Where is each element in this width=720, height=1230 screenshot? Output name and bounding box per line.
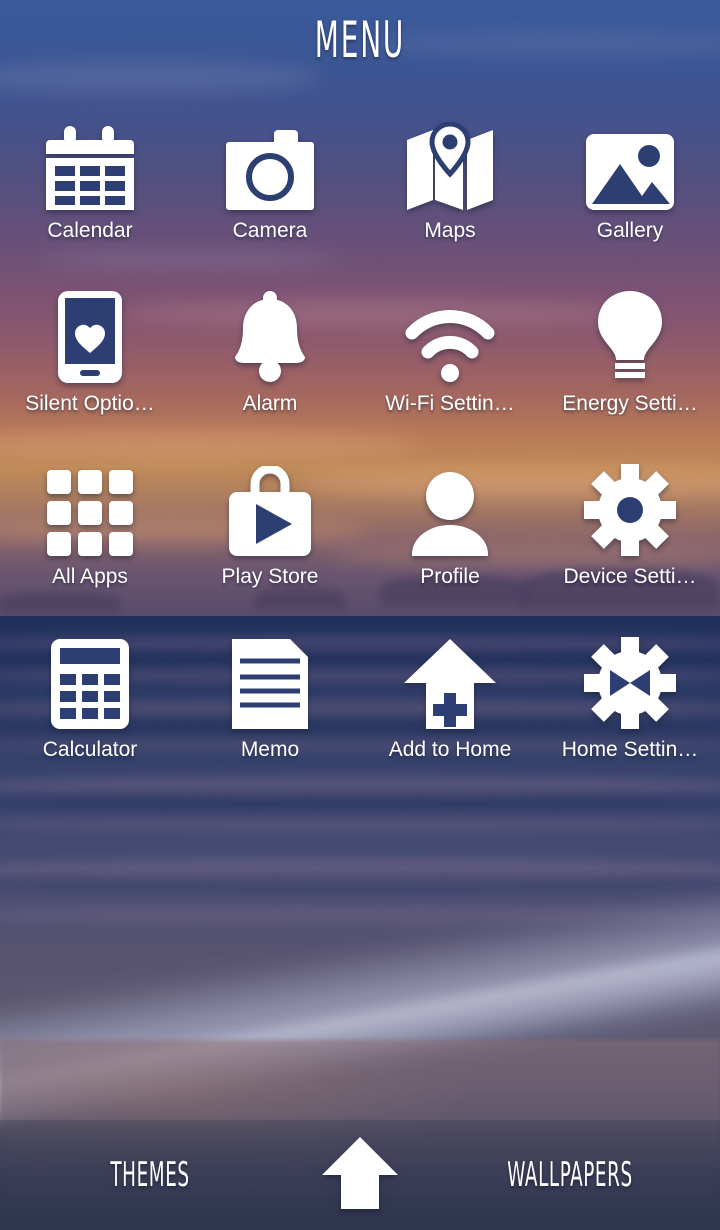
app-label: Memo <box>240 738 300 761</box>
lightbulb-icon <box>582 291 678 383</box>
app-item-device-settings[interactable]: Device Setti… <box>540 464 720 637</box>
app-row: Silent Optio… Alarm Wi-Fi Settin… Energy… <box>0 291 720 464</box>
app-item-memo[interactable]: Memo <box>180 637 360 810</box>
app-item-gallery[interactable]: Gallery <box>540 118 720 291</box>
app-label: Device Setti… <box>563 565 697 588</box>
house-plus-icon <box>402 637 498 729</box>
app-item-alarm[interactable]: Alarm <box>180 291 360 464</box>
app-label: Wi-Fi Settin… <box>385 392 515 415</box>
app-label: Maps <box>424 219 476 242</box>
page-title: MENU <box>314 11 406 69</box>
app-row: All Apps Play Store Profile Device Setti… <box>0 464 720 637</box>
app-label: Play Store <box>221 565 319 588</box>
app-item-add-to-home[interactable]: Add to Home <box>360 637 540 810</box>
play-store-bag-icon <box>222 464 318 556</box>
app-item-energy-settings[interactable]: Energy Setti… <box>540 291 720 464</box>
app-label: All Apps <box>52 565 128 588</box>
home-button[interactable] <box>300 1136 420 1214</box>
app-grid-icon <box>42 464 138 556</box>
app-item-all-apps[interactable]: All Apps <box>0 464 180 637</box>
gear-icon <box>582 464 678 556</box>
app-item-home-settings[interactable]: Home Settin… <box>540 637 720 810</box>
app-item-silent-options[interactable]: Silent Optio… <box>0 291 180 464</box>
app-label: Camera <box>232 219 308 242</box>
phone-heart-icon <box>42 291 138 383</box>
bottom-dock: THEMES WALLPAPERS <box>0 1120 720 1230</box>
app-item-calendar[interactable]: Calendar <box>0 118 180 291</box>
app-label: Calculator <box>42 738 138 761</box>
app-label: Silent Optio… <box>25 392 155 415</box>
app-label: Alarm <box>242 392 298 415</box>
app-row: Calendar Camera Maps Gallery <box>0 118 720 291</box>
bell-icon <box>222 291 318 383</box>
app-label: Profile <box>420 565 480 588</box>
app-label: Gallery <box>596 219 664 242</box>
menu-overlay: MENU Calendar Camera Maps Gallery Silent… <box>0 0 720 1230</box>
camera-icon <box>222 118 318 210</box>
menu-screen: MENU Calendar Camera Maps Gallery Silent… <box>0 0 720 1230</box>
gear-bowtie-icon <box>582 637 678 729</box>
app-label: Home Settin… <box>561 738 699 761</box>
app-item-camera[interactable]: Camera <box>180 118 360 291</box>
app-item-play-store[interactable]: Play Store <box>180 464 360 637</box>
wallpapers-button[interactable]: WALLPAPERS <box>420 1155 720 1195</box>
app-item-wifi-settings[interactable]: Wi-Fi Settin… <box>360 291 540 464</box>
app-label: Add to Home <box>388 738 512 761</box>
app-grid: Calendar Camera Maps Gallery Silent Opti… <box>0 118 720 810</box>
note-lines-icon <box>222 637 318 729</box>
app-item-maps[interactable]: Maps <box>360 118 540 291</box>
themes-button[interactable]: THEMES <box>0 1155 300 1195</box>
wallpapers-label: WALLPAPERS <box>507 1155 633 1195</box>
app-label: Calendar <box>47 219 133 242</box>
app-item-calculator[interactable]: Calculator <box>0 637 180 810</box>
map-pin-icon <box>402 118 498 210</box>
calendar-icon <box>42 118 138 210</box>
app-item-profile[interactable]: Profile <box>360 464 540 637</box>
app-label: Energy Setti… <box>562 392 698 415</box>
calculator-icon <box>42 637 138 729</box>
person-icon <box>402 464 498 556</box>
app-row: Calculator Memo Add to Home Home Settin… <box>0 637 720 810</box>
themes-label: THEMES <box>110 1155 190 1195</box>
up-arrow-home-icon <box>322 1136 398 1214</box>
photo-icon <box>582 118 678 210</box>
wifi-icon <box>402 291 498 383</box>
